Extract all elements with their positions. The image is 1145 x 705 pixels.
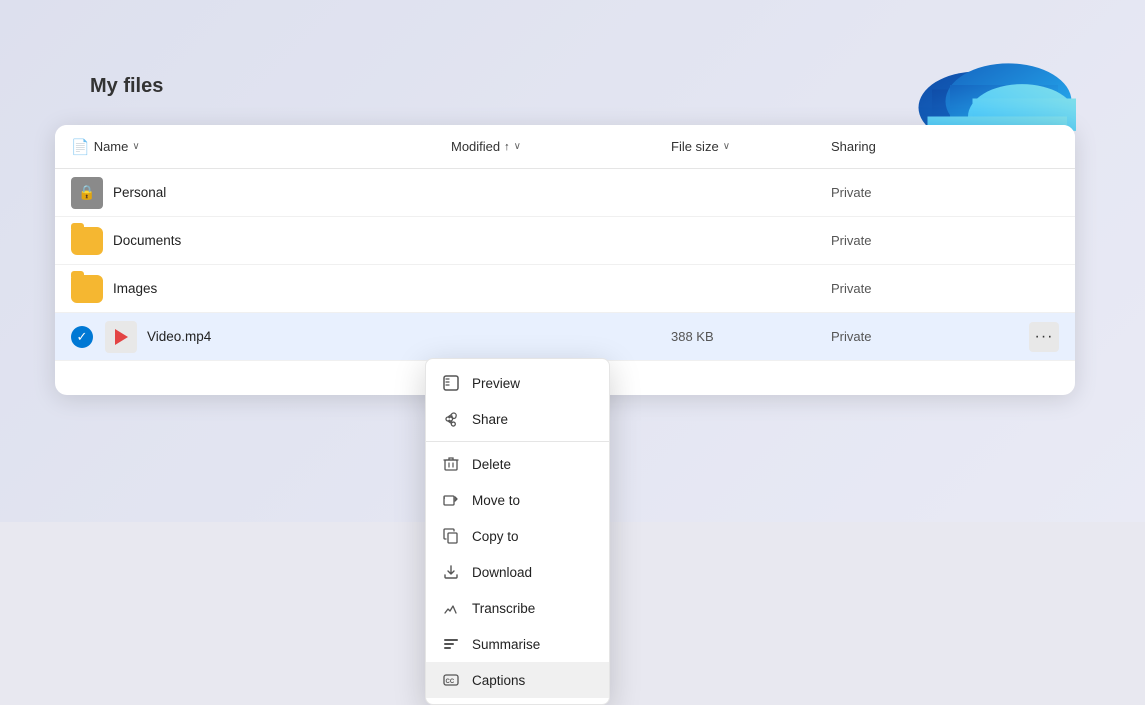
file-explorer-card: 📄 Name ∨ Modified ↑ ∨ File size ∨ Sharin… (55, 125, 1075, 395)
captions-icon: CC (442, 671, 460, 689)
menu-item-preview[interactable]: Preview (426, 365, 609, 401)
table-header: 📄 Name ∨ Modified ↑ ∨ File size ∨ Sharin… (55, 125, 1075, 169)
row-sharing: Private (831, 185, 871, 200)
summarise-icon (442, 635, 460, 653)
table-row[interactable]: Images Private (55, 265, 1075, 313)
transcribe-icon (442, 599, 460, 617)
delete-icon (442, 455, 460, 473)
column-filesize[interactable]: File size ∨ (671, 139, 831, 154)
menu-item-delete[interactable]: Delete (426, 446, 609, 482)
share-icon (442, 410, 460, 428)
folder-icon (71, 227, 103, 255)
menu-item-transcribe[interactable]: Transcribe (426, 590, 609, 626)
filesize-chevron: ∨ (723, 141, 730, 152)
menu-label-download: Download (472, 565, 532, 580)
row-filesize: 388 KB (671, 329, 831, 344)
name-chevron: ∨ (132, 141, 139, 152)
preview-icon (442, 374, 460, 392)
column-sharing: Sharing (831, 139, 876, 154)
page-title: My files (90, 75, 163, 98)
modified-sort-icon: ↑ (504, 141, 510, 153)
row-name-col: Documents (71, 227, 451, 255)
row-filename: Images (113, 281, 157, 296)
menu-divider (426, 441, 609, 442)
menu-item-captions[interactable]: CC Captions (426, 662, 609, 698)
download-icon (442, 563, 460, 581)
more-options-button[interactable]: ··· (1029, 322, 1059, 352)
menu-item-move-to[interactable]: Move to (426, 482, 609, 518)
menu-label-summarise: Summarise (472, 637, 540, 652)
row-name-col: ✓ Video.mp4 (71, 321, 451, 353)
name-col-label: Name (94, 139, 129, 154)
row-sharing: Private (831, 281, 871, 296)
table-row[interactable]: 🔒 Personal Private (55, 169, 1075, 217)
row-name-col: 🔒 Personal (71, 177, 451, 209)
menu-label-share: Share (472, 412, 508, 427)
table-row[interactable]: ✓ Video.mp4 388 KB Private ··· (55, 313, 1075, 361)
modified-chevron: ∨ (514, 141, 521, 152)
menu-label-delete: Delete (472, 457, 511, 472)
page-background: My files 📄 Name ∨ Modified ↑ ∨ File size… (0, 0, 1145, 522)
column-name[interactable]: 📄 Name ∨ (71, 138, 451, 156)
row-filename: Personal (113, 185, 166, 200)
menu-label-copy-to: Copy to (472, 529, 519, 544)
video-file-icon (105, 321, 137, 353)
modified-col-label: Modified (451, 139, 500, 154)
table-row[interactable]: Documents Private (55, 217, 1075, 265)
personal-vault-icon: 🔒 (71, 177, 103, 209)
column-modified[interactable]: Modified ↑ ∨ (451, 139, 671, 154)
menu-item-share[interactable]: Share (426, 401, 609, 437)
context-menu: Preview Share (425, 358, 610, 705)
copy-icon (442, 527, 460, 545)
filesize-col-label: File size (671, 139, 719, 154)
menu-item-download[interactable]: Download (426, 554, 609, 590)
move-icon (442, 491, 460, 509)
menu-label-preview: Preview (472, 376, 520, 391)
selection-checkmark: ✓ (71, 326, 93, 348)
file-icon-header: 📄 (71, 138, 90, 156)
menu-item-copy-to[interactable]: Copy to (426, 518, 609, 554)
row-filename: Documents (113, 233, 181, 248)
menu-label-captions: Captions (472, 673, 525, 688)
row-name-col: Images (71, 275, 451, 303)
menu-item-summarise[interactable]: Summarise (426, 626, 609, 662)
menu-label-move-to: Move to (472, 493, 520, 508)
sharing-col-label: Sharing (831, 139, 876, 154)
row-sharing: Private (831, 329, 871, 344)
row-sharing: Private (831, 233, 871, 248)
folder-icon (71, 275, 103, 303)
play-triangle (115, 329, 128, 345)
menu-label-transcribe: Transcribe (472, 601, 535, 616)
row-filename: Video.mp4 (147, 329, 211, 344)
svg-text:CC: CC (446, 679, 455, 685)
